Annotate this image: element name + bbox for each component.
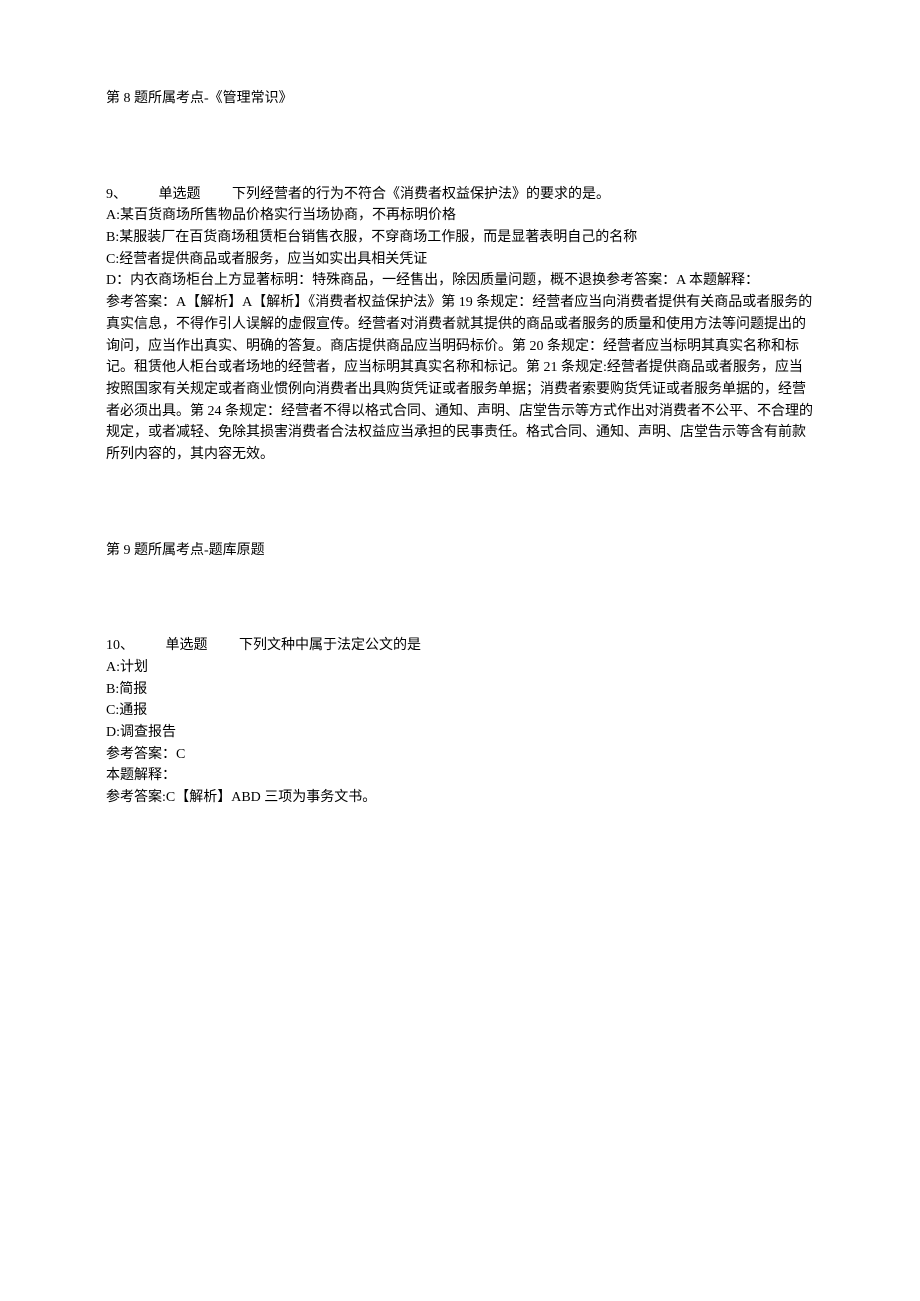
q9-option-a: A:某百货商场所售物品价格实行当场协商，不再标明价格	[106, 205, 814, 227]
q10-header-line: 10、 单选题 下列文种中属于法定公文的是	[106, 635, 814, 657]
q9-option-d: D：内衣商场柜台上方显著标明：特殊商品，一经售出，除因质量问题，概不退换参考答案…	[106, 270, 814, 292]
q10-option-a: A:计划	[106, 657, 814, 679]
document-page: 第 8 题所属考点-《管理常识》 9、 单选题 下列经营者的行为不符合《消费者权…	[0, 0, 920, 849]
q9-type-label: 单选题	[159, 187, 201, 202]
q8-topic-line: 第 8 题所属考点-《管理常识》	[106, 88, 814, 110]
question-9-block: 9、 单选题 下列经营者的行为不符合《消费者权益保护法》的要求的是。 A:某百货…	[106, 184, 814, 466]
q9-explanation: 参考答案：A【解析】A【解析】《消费者权益保护法》第 19 条规定：经营者应当向…	[106, 292, 814, 466]
question-9-topic-block: 第 9 题所属考点-题库原题	[106, 540, 814, 562]
q10-explain-label: 本题解释：	[106, 765, 814, 787]
q9-header-line: 9、 单选题 下列经营者的行为不符合《消费者权益保护法》的要求的是。	[106, 184, 814, 206]
q9-topic-line: 第 9 题所属考点-题库原题	[106, 540, 814, 562]
q10-type-label: 单选题	[166, 638, 208, 653]
question-10-block: 10、 单选题 下列文种中属于法定公文的是 A:计划 B:简报 C:通报 D:调…	[106, 635, 814, 809]
q10-answer-line: 参考答案：C	[106, 744, 814, 766]
q9-option-c: C:经营者提供商品或者服务，应当如实出具相关凭证	[106, 249, 814, 271]
q10-option-d: D:调查报告	[106, 722, 814, 744]
q9-option-b: B:某服装厂在百货商场租赁柜台销售衣服，不穿商场工作服，而是显著表明自己的名称	[106, 227, 814, 249]
q10-option-b: B:简报	[106, 679, 814, 701]
q9-number: 9、	[106, 187, 127, 202]
q9-stem: 下列经营者的行为不符合《消费者权益保护法》的要求的是。	[232, 187, 610, 202]
q10-stem: 下列文种中属于法定公文的是	[239, 638, 421, 653]
question-8-topic-block: 第 8 题所属考点-《管理常识》	[106, 88, 814, 110]
q10-explanation: 参考答案:C【解析】ABD 三项为事务文书。	[106, 787, 814, 809]
q10-number: 10、	[106, 638, 134, 653]
q10-option-c: C:通报	[106, 700, 814, 722]
